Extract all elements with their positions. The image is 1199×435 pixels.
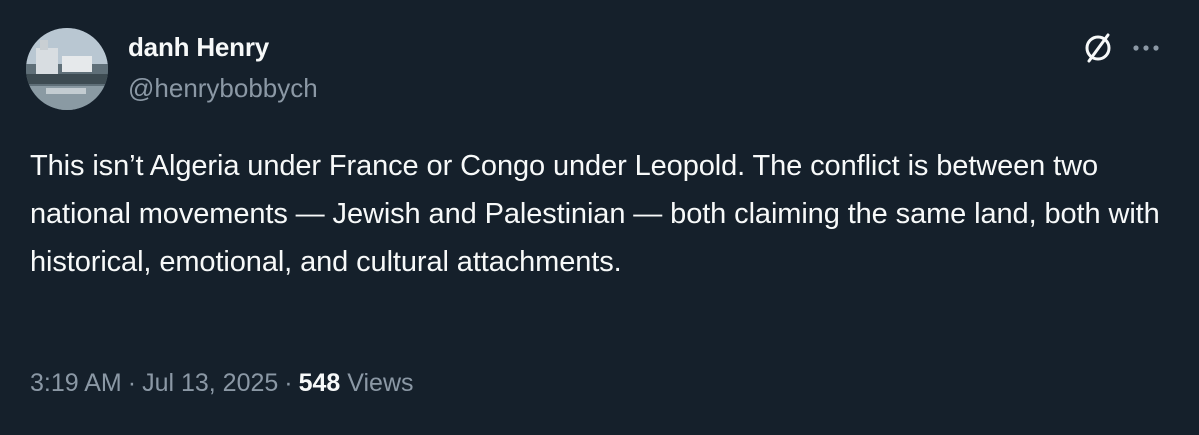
author-display-name[interactable]: danh Henry [128, 32, 318, 62]
tweet-card: danh Henry @henrybobbych This isn’t Alge… [0, 0, 1199, 435]
grok-icon[interactable] [1080, 30, 1116, 66]
more-icon[interactable] [1128, 36, 1164, 60]
meta-separator: · [127, 369, 137, 397]
views-count[interactable]: 548 [299, 369, 341, 397]
author-handle[interactable]: @henrybobbych [128, 73, 318, 103]
views-label[interactable]: Views [347, 369, 413, 397]
avatar-image [26, 28, 108, 110]
tweet-time[interactable]: 3:19 AM [30, 369, 122, 397]
tweet-meta: 3:19 AM · Jul 13, 2025 · 548 Views [30, 366, 414, 400]
meta-separator: · [284, 369, 293, 397]
tweet-date[interactable]: Jul 13, 2025 [142, 369, 278, 397]
avatar[interactable] [26, 28, 108, 110]
tweet-text: This isn’t Algeria under France or Congo… [30, 150, 1160, 278]
author-block: danh Henry @henrybobbych [128, 32, 318, 103]
